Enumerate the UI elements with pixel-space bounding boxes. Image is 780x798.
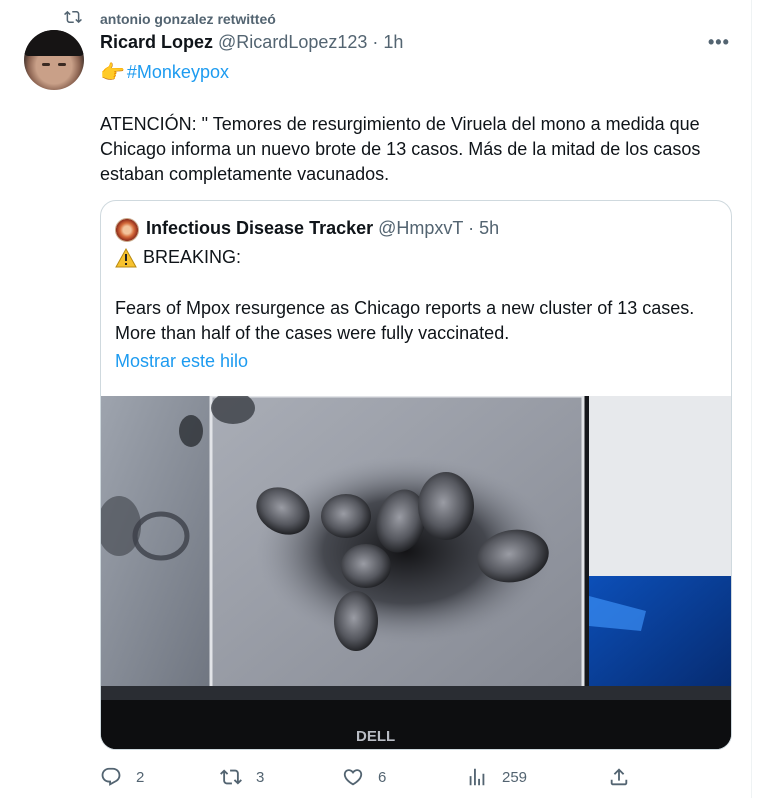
action-bar: 2 3 6 259 [100,766,640,790]
retweet-button[interactable]: 3 [220,766,264,788]
hashtag-link[interactable]: #Monkeypox [127,62,229,83]
quoted-author-name: Infectious Disease Tracker [146,218,374,238]
more-icon[interactable]: ••• [708,32,730,53]
quoted-avatar[interactable] [115,218,139,242]
breaking-line: BREAKING: [115,247,241,268]
show-thread-link[interactable]: Mostrar este hilo [115,351,248,372]
tweet-header: Ricard Lopez @RicardLopez123 · 1h [100,32,403,53]
quoted-header: Infectious Disease Tracker @HmpxvT · 5h [146,218,499,239]
like-button[interactable]: 6 [342,766,386,788]
reply-icon [101,767,121,786]
monitor-brand: DELL [356,728,395,745]
quoted-tweet[interactable]: Infectious Disease Tracker @HmpxvT · 5h … [100,200,732,750]
like-count: 6 [378,768,387,786]
heart-icon [343,769,363,786]
tweet-text: ATENCIÓN: " Temores de resurgimiento de … [100,114,701,184]
views-button[interactable]: 259 [466,766,527,788]
avatar[interactable] [24,30,84,90]
breaking-label: BREAKING: [143,247,242,267]
retweet-icon [64,8,100,29]
share-button[interactable] [608,766,644,788]
quoted-author-handle: @HmpxvT · 5h [378,218,500,238]
warning-icon [115,247,137,267]
views-count: 259 [502,768,528,786]
author-name[interactable]: Ricard Lopez [100,32,213,53]
quoted-image[interactable]: DELL [101,396,731,749]
reply-button[interactable]: 2 [100,766,144,788]
author-handle[interactable]: @RicardLopez123 · 1h [218,32,403,53]
retweet-action-icon [220,769,242,785]
reply-count: 2 [136,768,145,786]
share-icon [610,768,628,786]
retweet-label: antonio gonzalez retwitteó [100,10,276,27]
retweet-context[interactable]: antonio gonzalez retwitteó [64,8,276,29]
quoted-text: Fears of Mpox resurgence as Chicago repo… [115,298,695,343]
pointing-hand-icon: 👉 [100,62,125,84]
retweet-count: 3 [256,768,265,786]
views-icon [469,768,485,786]
hashtag-line: 👉 #Monkeypox [100,60,229,85]
